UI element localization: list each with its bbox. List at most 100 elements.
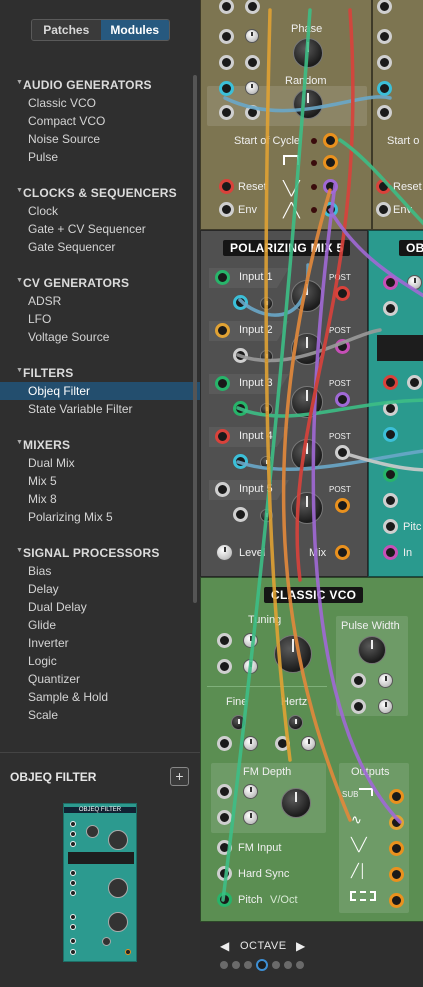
fm-input-jack[interactable]: [217, 840, 232, 855]
module-list-item[interactable]: Dual Mix: [0, 454, 200, 472]
hard-sync-jack[interactable]: [217, 866, 232, 881]
module-list-item[interactable]: Clock: [0, 202, 200, 220]
collapse-triangle-icon[interactable]: ▼: [16, 439, 23, 446]
env-jack[interactable]: [376, 202, 391, 217]
category-header[interactable]: ▼ CLOCKS & SEQUENCERS: [0, 184, 200, 202]
pulse-width-knob[interactable]: [358, 636, 386, 664]
module-list-item[interactable]: Polarizing Mix 5: [0, 508, 200, 526]
module-list-item[interactable]: Quantizer: [0, 670, 200, 688]
module-list-item[interactable]: Logic: [0, 652, 200, 670]
category-header[interactable]: ▼ SIGNAL PROCESSORS: [0, 544, 200, 562]
jack[interactable]: [323, 155, 338, 170]
fm-depth-knob[interactable]: [281, 788, 311, 818]
attenuator-knob[interactable]: [243, 659, 258, 674]
jack[interactable]: [383, 375, 398, 390]
level-5-knob[interactable]: [291, 492, 323, 524]
tab-patches[interactable]: Patches: [32, 20, 101, 40]
attenuator-knob[interactable]: [378, 673, 393, 688]
jack[interactable]: [383, 301, 398, 316]
collapse-triangle-icon[interactable]: ▼: [16, 367, 23, 374]
module-list-item[interactable]: Gate + CV Sequencer: [0, 220, 200, 238]
jack[interactable]: [407, 375, 422, 390]
module-list-item[interactable]: Mix 5: [0, 472, 200, 490]
jack[interactable]: [245, 0, 260, 14]
octave-page-dot[interactable]: [256, 959, 268, 971]
module-list-item[interactable]: LFO: [0, 310, 200, 328]
pulse-out-jack[interactable]: [389, 893, 404, 908]
jack[interactable]: [351, 699, 366, 714]
reset-jack[interactable]: [219, 179, 234, 194]
category-header[interactable]: ▼ CV GENERATORS: [0, 274, 200, 292]
polarize-3-knob[interactable]: [260, 403, 273, 416]
master-level-knob[interactable]: [216, 544, 233, 561]
module-list-item[interactable]: Pulse: [0, 148, 200, 166]
module-list-item[interactable]: State Variable Filter: [0, 400, 200, 418]
post-1-jack[interactable]: [335, 286, 350, 301]
post-2-jack[interactable]: [335, 339, 350, 354]
module-list-item[interactable]: Dual Delay: [0, 598, 200, 616]
module-list-item[interactable]: Glide: [0, 616, 200, 634]
mix-out-jack[interactable]: [335, 545, 350, 560]
octave-prev-icon[interactable]: ◀: [220, 939, 229, 953]
cv-5-jack[interactable]: [233, 507, 248, 522]
module-list-item[interactable]: Scale: [0, 706, 200, 724]
attenuator-knob[interactable]: [301, 736, 316, 751]
jack[interactable]: [377, 55, 392, 70]
jack[interactable]: [217, 633, 232, 648]
jack[interactable]: [219, 29, 234, 44]
category-header[interactable]: ▼ AUDIO GENERATORS: [0, 76, 200, 94]
cv-1-jack[interactable]: [233, 295, 248, 310]
jack[interactable]: [217, 784, 232, 799]
jack[interactable]: [383, 427, 398, 442]
module-list-item[interactable]: Noise Source: [0, 130, 200, 148]
jack[interactable]: [351, 673, 366, 688]
level-1-knob[interactable]: [291, 280, 323, 312]
module-list-item[interactable]: Sample & Hold: [0, 688, 200, 706]
knob[interactable]: [407, 275, 422, 290]
pitch-jack[interactable]: [217, 892, 232, 907]
octave-next-icon[interactable]: ▶: [296, 939, 305, 953]
jack[interactable]: [245, 105, 260, 120]
jack[interactable]: [323, 179, 338, 194]
jack[interactable]: [323, 133, 338, 148]
module-list-item[interactable]: Compact VCO: [0, 112, 200, 130]
hertz-knob[interactable]: [288, 715, 303, 730]
jack[interactable]: [217, 810, 232, 825]
tab-modules[interactable]: Modules: [100, 20, 169, 40]
attenuator-knob[interactable]: [378, 699, 393, 714]
module-list-item[interactable]: Bias: [0, 562, 200, 580]
input-5-jack[interactable]: [215, 482, 230, 497]
saw-out-jack[interactable]: [389, 867, 404, 882]
jack[interactable]: [323, 202, 338, 217]
collapse-triangle-icon[interactable]: ▼: [16, 277, 23, 284]
module-list-scrollbar[interactable]: [193, 75, 197, 603]
module-list-item[interactable]: Classic VCO: [0, 94, 200, 112]
attenuator-knob[interactable]: [243, 736, 258, 751]
attenuator-knob[interactable]: [243, 633, 258, 648]
octave-page-dot[interactable]: [220, 961, 228, 969]
post-3-jack[interactable]: [335, 392, 350, 407]
post-4-jack[interactable]: [335, 445, 350, 460]
category-header[interactable]: ▼ MIXERS: [0, 436, 200, 454]
triangle-out-jack[interactable]: [389, 841, 404, 856]
category-header[interactable]: ▼ FILTERS: [0, 364, 200, 382]
module-list-item[interactable]: Delay: [0, 580, 200, 598]
input-3-jack[interactable]: [215, 376, 230, 391]
jack[interactable]: [383, 401, 398, 416]
phase-knob[interactable]: [293, 38, 323, 68]
level-2-knob[interactable]: [291, 333, 323, 365]
attenuator-knob[interactable]: [243, 810, 258, 825]
jack[interactable]: [219, 55, 234, 70]
module-list-item[interactable]: Voltage Source: [0, 328, 200, 346]
collapse-triangle-icon[interactable]: ▼: [16, 79, 23, 86]
jack[interactable]: [383, 467, 398, 482]
input-2-jack[interactable]: [215, 323, 230, 338]
cv-3-jack[interactable]: [233, 401, 248, 416]
octave-page-dot[interactable]: [244, 961, 252, 969]
sub-out-jack[interactable]: [389, 789, 404, 804]
polarize-2-knob[interactable]: [260, 350, 273, 363]
module-preview-thumbnail[interactable]: OBJEQ FILTER: [63, 803, 137, 962]
jack[interactable]: [377, 29, 392, 44]
pitch-jack[interactable]: [383, 519, 398, 534]
jack[interactable]: [219, 105, 234, 120]
